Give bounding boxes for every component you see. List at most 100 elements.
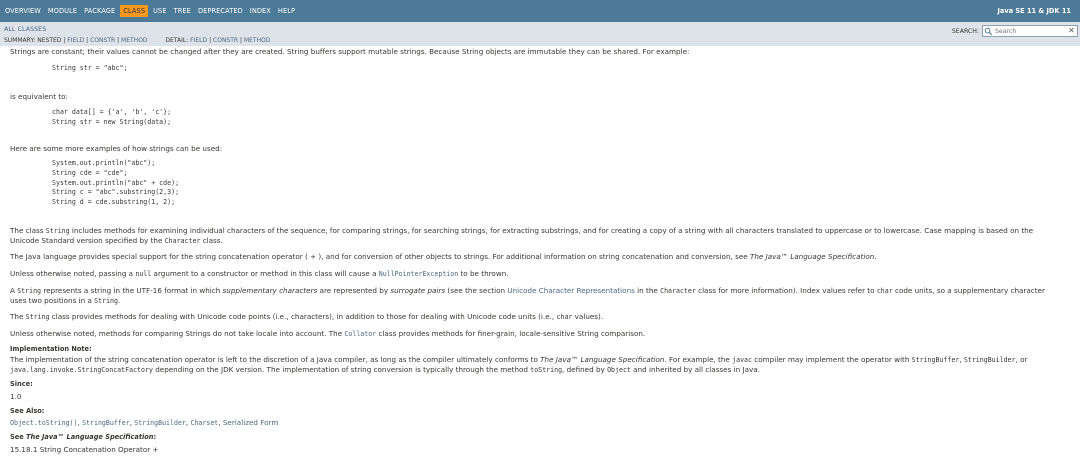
summary-constr-link[interactable]: CONSTR: [90, 37, 115, 44]
code-string: String: [45, 227, 70, 235]
nav-module[interactable]: MODULE: [46, 5, 79, 17]
code-string: String: [25, 313, 50, 321]
emphasis: The Java™ Language Specification: [26, 433, 154, 441]
paragraph-intro: Strings are constant; their values canno…: [10, 47, 690, 56]
search-icon: [984, 27, 993, 35]
nav-class-active[interactable]: CLASS: [120, 5, 149, 17]
clear-search-icon[interactable]: ✕: [1067, 26, 1076, 35]
emphasis: The Java™ Language Specification: [540, 355, 665, 364]
text: class.: [200, 236, 223, 245]
see-also-links: Object.toString(), StringBuffer, StringB…: [10, 418, 278, 428]
paragraph-more-examples: Here are some more examples of how strin…: [10, 144, 223, 153]
see-also-serialized-form[interactable]: Serialized Form: [223, 418, 278, 427]
summary-field-link[interactable]: FIELD: [67, 37, 84, 44]
nav-list: OVERVIEW MODULE PACKAGE CLASS USE TREE D…: [3, 5, 300, 17]
text: , or: [1015, 355, 1028, 364]
text: The Java language provides special suppo…: [10, 252, 750, 261]
summary-label: SUMMARY: NESTED |: [4, 37, 66, 44]
see-also-object-tostring[interactable]: Object.toString(): [10, 418, 78, 427]
text: in the: [634, 286, 661, 295]
search-box[interactable]: ✕: [982, 25, 1078, 37]
text: Unless otherwise noted, methods for comp…: [10, 329, 345, 338]
text: (see the section: [445, 286, 508, 295]
code-tostring: toString: [530, 366, 563, 374]
text: are represented by: [317, 286, 391, 295]
paragraph-concatenation: The Java language provides special suppo…: [10, 252, 877, 261]
implementation-note-heading: Implementation Note:: [10, 345, 92, 353]
separator: |: [240, 37, 243, 44]
code-example-2: char data[] = {'a', 'b', 'c'}; String st…: [52, 108, 172, 126]
since-value: 1.0: [10, 392, 22, 401]
text: .: [117, 296, 121, 305]
code-character: Character: [164, 237, 201, 245]
nav-help[interactable]: HELP: [276, 5, 297, 17]
emphasis: supplementary characters: [222, 286, 318, 295]
nav-package[interactable]: PACKAGE: [82, 5, 117, 17]
sub-navigation-bar: ALL CLASSES SUMMARY: NESTED | FIELD | CO…: [0, 22, 1080, 46]
text: values).: [572, 312, 604, 321]
separator: |: [209, 37, 212, 44]
paragraph-null-argument: Unless otherwise noted, passing a null a…: [10, 269, 509, 279]
separator: |: [117, 37, 120, 44]
collator-link[interactable]: Collator: [344, 329, 376, 338]
text: argument to a constructor or method in t…: [151, 269, 379, 278]
unicode-representations-link[interactable]: Unicode Character Representations: [507, 286, 635, 295]
text: .: [874, 252, 877, 261]
code-string: String: [94, 297, 118, 305]
see-also-stringbuilder[interactable]: StringBuilder: [134, 418, 186, 427]
text: :: [153, 433, 157, 441]
since-heading: Since:: [10, 380, 33, 388]
see-also-stringbuffer[interactable]: StringBuffer: [82, 418, 130, 427]
summary-detail-line: SUMMARY: NESTED | FIELD | CONSTR | METHO…: [4, 37, 270, 44]
see-also-heading: See Also:: [10, 407, 45, 415]
code-char: char: [876, 287, 893, 295]
text: The class: [10, 226, 46, 235]
all-classes-link[interactable]: ALL CLASSES: [4, 25, 46, 33]
text: compiler may implement the operator with: [752, 355, 912, 364]
summary-method-link[interactable]: METHOD: [121, 37, 148, 44]
search-label: SEARCH:: [951, 27, 979, 35]
code-stringbuilder: StringBuilder: [963, 356, 1016, 364]
text: class provides methods for finer-grain, …: [376, 329, 646, 338]
text: class for more information). Index value…: [695, 286, 877, 295]
jls-value: 15.18.1 String Concatenation Operator +: [10, 445, 159, 454]
paragraph-equivalent: is equivalent to:: [10, 92, 68, 101]
code-npe: NullPointerException: [378, 270, 459, 278]
search-input[interactable]: [993, 27, 1067, 35]
code-link: Charset: [190, 419, 219, 427]
jls-link[interactable]: The Java™ Language Specification: [750, 252, 874, 261]
code-char: char: [556, 313, 573, 321]
text: , defined by: [562, 365, 608, 374]
detail-constr-link[interactable]: CONSTR: [213, 37, 238, 44]
code-link: StringBuilder: [134, 419, 186, 427]
emphasis: surrogate pairs: [390, 286, 446, 295]
paragraph-utf16: A String represents a string in the UTF-…: [10, 286, 1062, 306]
nav-use[interactable]: USE: [151, 5, 168, 17]
code-null: null: [135, 270, 152, 278]
search-area: SEARCH: ✕: [952, 25, 1078, 37]
npe-link[interactable]: NullPointerException: [379, 269, 458, 278]
code-javac: javac: [732, 356, 752, 364]
top-navigation-bar: OVERVIEW MODULE PACKAGE CLASS USE TREE D…: [0, 0, 1080, 22]
code-character: Character: [660, 287, 696, 295]
code-collator: Collator: [344, 330, 377, 338]
nav-deprecated[interactable]: DEPRECATED: [196, 5, 245, 17]
see-also-charset[interactable]: Charset: [190, 418, 218, 427]
detail-method-link[interactable]: METHOD: [244, 37, 271, 44]
version-brand: Java SE 11 & JDK 11: [997, 7, 1071, 15]
text: represents a string in the UTF-16 format…: [41, 286, 223, 295]
paragraph-class-methods: The class String includes methods for ex…: [10, 226, 1058, 246]
text: . For example, the: [664, 355, 733, 364]
text: class provides methods for dealing with …: [49, 312, 557, 321]
nav-overview[interactable]: OVERVIEW: [3, 5, 43, 17]
code-object: Object: [607, 366, 631, 374]
separator: |: [86, 37, 89, 44]
nav-tree[interactable]: TREE: [172, 5, 193, 17]
implementation-note-body: The implementation of the string concate…: [10, 355, 1060, 375]
text: See: [10, 433, 26, 441]
code-example-3: System.out.println("abc"); String cde = …: [52, 159, 180, 207]
text: and inherited by all classes in Java.: [630, 365, 760, 374]
code-stringconcatfactory: java.lang.invoke.StringConcatFactory: [10, 366, 153, 374]
nav-index[interactable]: INDEX: [248, 5, 273, 17]
detail-field-link[interactable]: FIELD: [190, 37, 207, 44]
